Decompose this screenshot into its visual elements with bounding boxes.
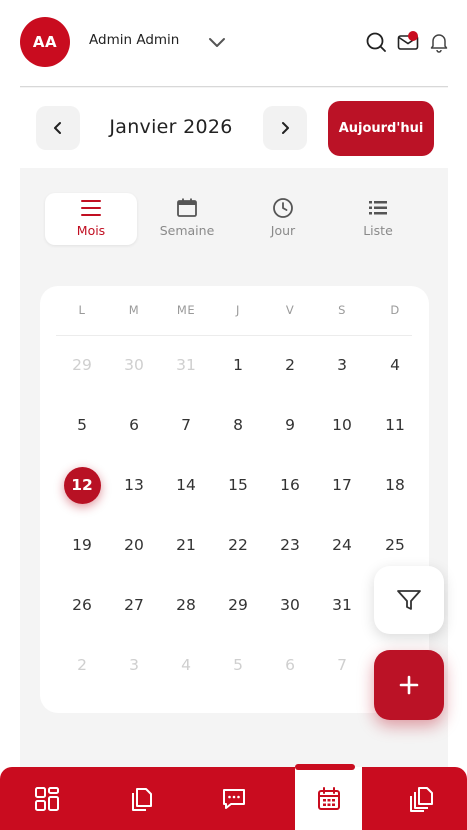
calendar-day[interactable]: 17 <box>322 465 362 505</box>
tab-month-label: Mois <box>76 223 106 238</box>
calendar-day[interactable]: 8 <box>218 405 258 445</box>
filter-button[interactable] <box>374 566 444 634</box>
calendar-day[interactable]: 13 <box>114 465 154 505</box>
weekday-header: J <box>236 303 240 317</box>
calendar-day[interactable]: 6 <box>270 645 310 685</box>
calendar-day[interactable]: 4 <box>375 345 415 385</box>
chevron-left-icon <box>54 122 61 134</box>
calendar-day[interactable]: 19 <box>62 525 102 565</box>
tab-month[interactable]: Mois <box>45 193 137 245</box>
avatar[interactable]: AA <box>20 17 70 67</box>
notification-dot <box>408 31 418 41</box>
calendar-day[interactable]: 30 <box>114 345 154 385</box>
calendar-day[interactable]: 7 <box>322 645 362 685</box>
calendar-day[interactable]: 28 <box>166 585 206 625</box>
calendar-day[interactable]: 2 <box>270 345 310 385</box>
calendar-day[interactable]: 1 <box>218 345 258 385</box>
calendar-day[interactable]: 26 <box>62 585 102 625</box>
calendar-day[interactable]: 15 <box>218 465 258 505</box>
dashboard-icon <box>34 786 59 811</box>
calendar-day[interactable]: 21 <box>166 525 206 565</box>
tab-list-label: Liste <box>363 223 393 238</box>
divider <box>20 86 448 87</box>
nav-messages[interactable] <box>200 767 267 830</box>
calendar-day[interactable]: 16 <box>270 465 310 505</box>
calendar-day[interactable]: 31 <box>322 585 362 625</box>
nav-files[interactable] <box>388 767 455 830</box>
user-name[interactable]: Admin Admin <box>89 32 179 48</box>
calendar-day[interactable]: 27 <box>114 585 154 625</box>
files-icon <box>409 786 433 812</box>
active-tab-indicator <box>295 764 355 770</box>
weekday-header: S <box>338 303 346 317</box>
documents-icon <box>131 787 152 811</box>
filter-icon <box>397 590 421 610</box>
calendar-day[interactable]: 12 <box>62 465 102 505</box>
calendar-icon <box>177 198 197 217</box>
bell-icon[interactable] <box>427 30 451 54</box>
calendar-day[interactable]: 4 <box>166 645 206 685</box>
tab-week[interactable]: Semaine <box>141 193 233 245</box>
prev-month-button[interactable] <box>36 106 80 150</box>
weekday-header: V <box>285 303 295 317</box>
chevron-down-icon[interactable] <box>207 32 227 52</box>
nav-documents[interactable] <box>107 767 174 830</box>
weekday-header: ME <box>176 303 196 317</box>
tab-week-label: Semaine <box>159 223 215 238</box>
calendar-day[interactable]: 5 <box>62 405 102 445</box>
calendar-day[interactable]: 9 <box>270 405 310 445</box>
weekday-header: D <box>390 303 400 317</box>
calendar-day[interactable]: 3 <box>322 345 362 385</box>
tab-day-label: Jour <box>270 223 296 238</box>
calendar-day[interactable]: 5 <box>218 645 258 685</box>
calendar-day[interactable]: 14 <box>166 465 206 505</box>
calendar-day[interactable]: 23 <box>270 525 310 565</box>
clock-icon <box>273 198 293 218</box>
chevron-right-icon <box>282 122 289 134</box>
calendar-day[interactable]: 24 <box>322 525 362 565</box>
add-event-button[interactable] <box>374 650 444 720</box>
calendar-day[interactable]: 20 <box>114 525 154 565</box>
weekday-divider <box>56 335 412 336</box>
tab-list[interactable]: Liste <box>332 193 424 245</box>
next-month-button[interactable] <box>263 106 307 150</box>
calendar-day[interactable]: 3 <box>114 645 154 685</box>
chat-icon <box>222 788 245 809</box>
menu-icon <box>81 200 101 216</box>
plus-icon <box>399 675 419 695</box>
month-title: Janvier 2026 <box>109 116 233 138</box>
list-icon <box>369 201 387 215</box>
calendar-day[interactable]: 25 <box>375 525 415 565</box>
search-icon[interactable] <box>364 30 388 54</box>
calendar-icon <box>317 786 340 810</box>
calendar-day[interactable]: 30 <box>270 585 310 625</box>
nav-calendar[interactable] <box>295 767 362 830</box>
calendar-day[interactable]: 22 <box>218 525 258 565</box>
weekday-header: M <box>128 303 140 317</box>
calendar-day[interactable]: 18 <box>375 465 415 505</box>
calendar-day[interactable]: 6 <box>114 405 154 445</box>
calendar-day[interactable]: 11 <box>375 405 415 445</box>
calendar-day[interactable]: 29 <box>218 585 258 625</box>
tab-day[interactable]: Jour <box>237 193 329 245</box>
calendar-day[interactable]: 10 <box>322 405 362 445</box>
weekday-header: L <box>78 303 86 317</box>
calendar-day[interactable]: 7 <box>166 405 206 445</box>
calendar-day[interactable]: 2 <box>62 645 102 685</box>
calendar-day[interactable]: 31 <box>166 345 206 385</box>
today-button[interactable]: Aujourd'hui <box>328 101 434 156</box>
nav-dashboard[interactable] <box>13 767 80 830</box>
calendar-day[interactable]: 29 <box>62 345 102 385</box>
